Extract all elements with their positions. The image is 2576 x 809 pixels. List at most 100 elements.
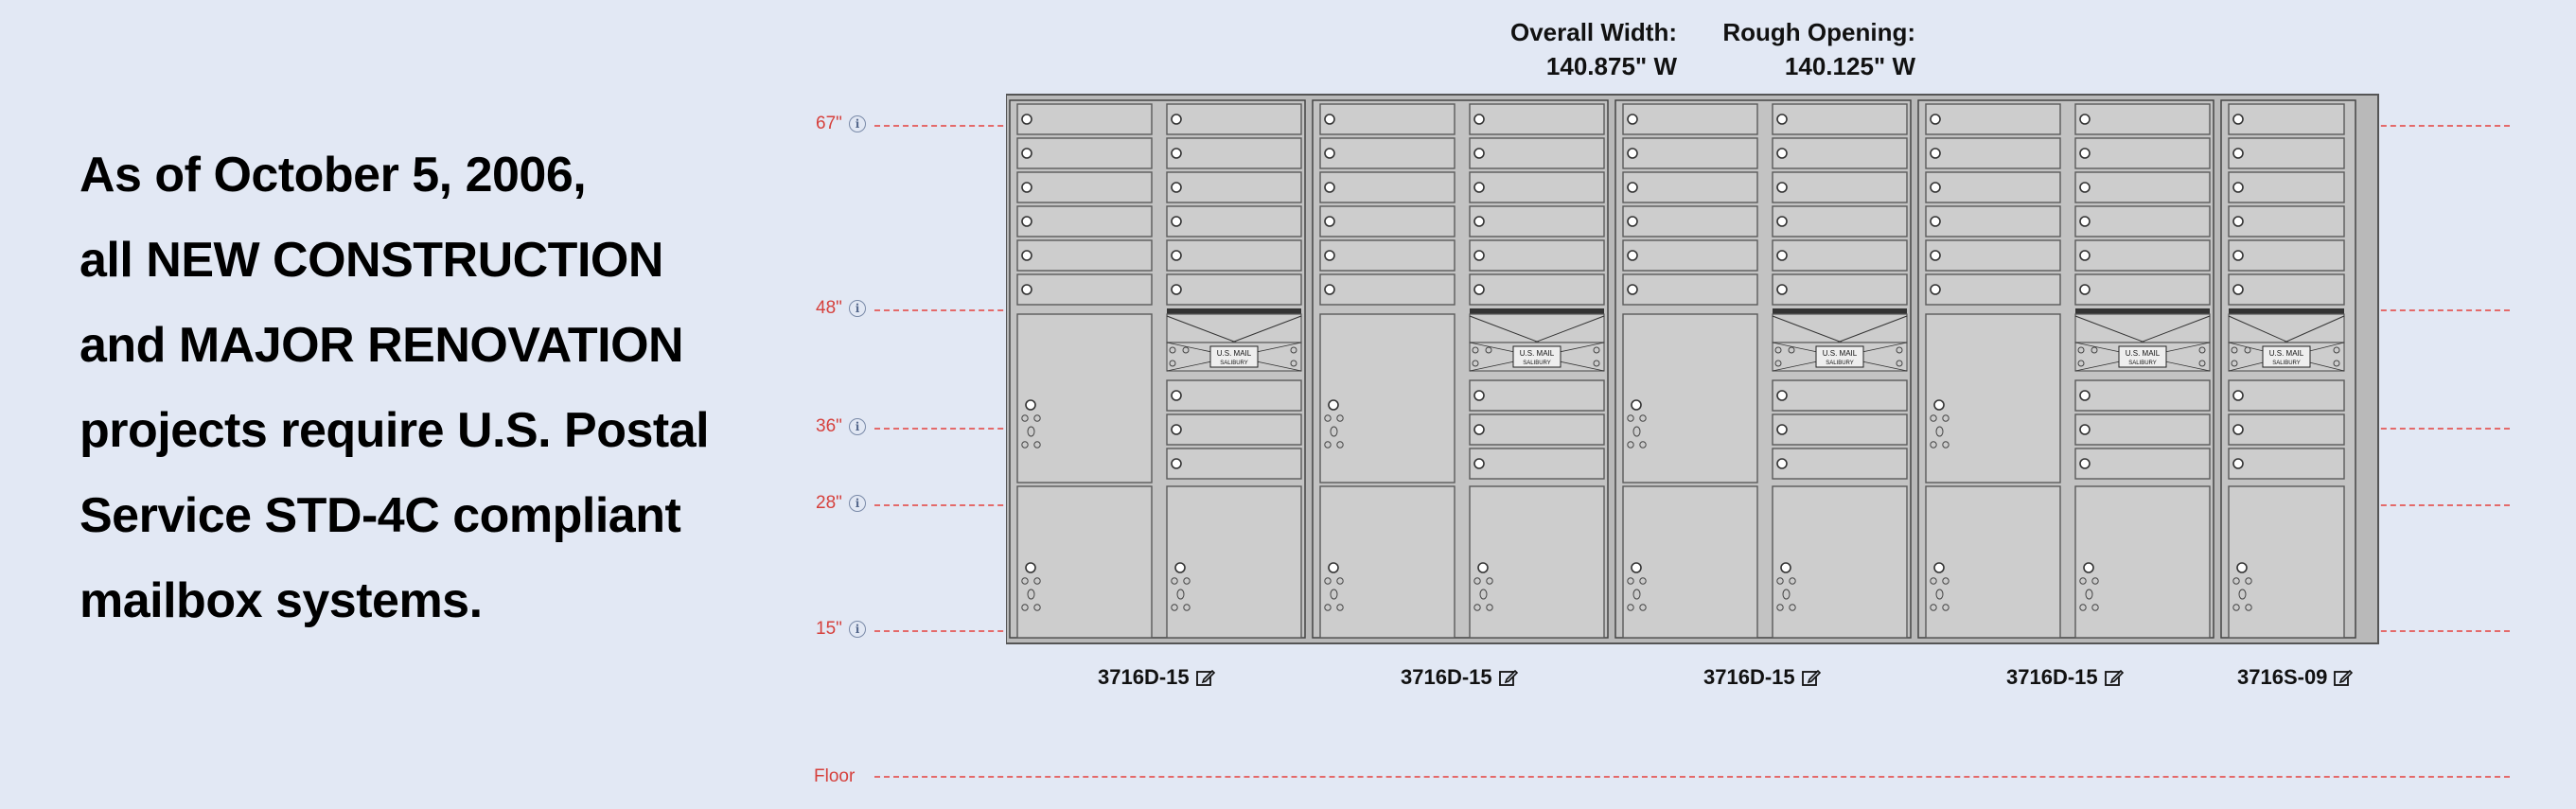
lock-icon: [1627, 182, 1638, 193]
lock-icon: [1328, 399, 1339, 411]
customer-door: [2074, 273, 2211, 306]
lock-icon: [1324, 114, 1335, 125]
unit-model-label[interactable]: 3716S-09: [2237, 665, 2354, 690]
mail-badge-subtext: SALIBURY: [1220, 361, 1248, 366]
lock-icon: [1473, 148, 1485, 159]
customer-door: [1166, 273, 1302, 306]
edit-icon[interactable]: [2104, 667, 2125, 688]
customer-door: [1469, 273, 1605, 306]
lock-icon: [1174, 562, 1186, 573]
customer-door: [1772, 137, 1908, 169]
customer-door: [1016, 171, 1153, 203]
customer-door: [2074, 413, 2211, 446]
lock-icon: [1171, 114, 1182, 125]
unit-model-label[interactable]: 3716D-15: [1098, 665, 1216, 690]
info-icon[interactable]: i: [849, 418, 866, 435]
mail-badge-text: U.S. MAIL: [1217, 349, 1252, 358]
floor-label: Floor: [814, 766, 856, 786]
customer-door: [1166, 171, 1302, 203]
lock-icon: [2079, 216, 2091, 227]
lock-icon: [1627, 148, 1638, 159]
lock-icon: [2083, 562, 2094, 573]
lock-icon: [1930, 250, 1941, 261]
edit-icon[interactable]: [1195, 667, 1216, 688]
mail-slot: [2229, 308, 2344, 314]
lock-icon: [1328, 562, 1339, 573]
unit-model-label[interactable]: 3716D-15: [1703, 665, 1822, 690]
unit-model-label[interactable]: 3716D-15: [2006, 665, 2125, 690]
customer-door: [2228, 413, 2345, 446]
edit-icon[interactable]: [1801, 667, 1822, 688]
customer-door: [1166, 205, 1302, 237]
customer-door: [1166, 103, 1302, 135]
customer-door: [1925, 205, 2061, 237]
customer-door: [2074, 205, 2211, 237]
outgoing-mail-panel: [2074, 313, 2211, 343]
customer-door: [1319, 137, 1456, 169]
customer-door: [1469, 239, 1605, 272]
mail-slot: [1167, 308, 1301, 314]
lock-icon: [1021, 250, 1032, 261]
parcel-locker: [2228, 485, 2345, 639]
mail-slot: [1773, 308, 1907, 314]
lock-icon: [1171, 250, 1182, 261]
info-icon[interactable]: i: [849, 621, 866, 638]
lock-icon: [2079, 114, 2091, 125]
lock-icon: [1776, 216, 1788, 227]
customer-door: [1016, 273, 1153, 306]
lock-icon: [1930, 148, 1941, 159]
customer-door: [2074, 137, 2211, 169]
customer-door: [1772, 448, 1908, 480]
rough-opening-label: Rough Opening:: [1722, 18, 1915, 46]
parcel-locker: [1622, 313, 1758, 484]
customer-door: [1772, 205, 1908, 237]
lock-icon: [1021, 284, 1032, 295]
lock-icon: [1627, 284, 1638, 295]
customer-door: [1319, 239, 1456, 272]
parcel-locker: [2074, 485, 2211, 639]
customer-door: [2228, 448, 2345, 480]
edit-icon[interactable]: [1498, 667, 1519, 688]
customer-door: [1016, 205, 1153, 237]
unit-model-text: 3716D-15: [1703, 665, 1795, 689]
customer-door: [1925, 137, 2061, 169]
info-icon[interactable]: i: [849, 115, 866, 132]
lock-icon: [1776, 424, 1788, 435]
mailbox-cabinet-drawing: U.S. MAIL SALIBURY U.S. MAIL SALIBURY U.S. M…: [1006, 94, 2379, 644]
lock-icon: [2232, 250, 2244, 261]
lock-icon: [1776, 148, 1788, 159]
headline-line: and MAJOR RENOVATION: [79, 318, 684, 373]
lock-icon: [2232, 182, 2244, 193]
unit-model-text: 3716D-15: [1098, 665, 1190, 689]
lock-icon: [1171, 182, 1182, 193]
lock-icon: [1631, 399, 1642, 411]
info-icon[interactable]: i: [849, 495, 866, 512]
lock-icon: [1627, 216, 1638, 227]
customer-door: [1319, 273, 1456, 306]
customer-door: [1772, 273, 1908, 306]
lock-icon: [1627, 250, 1638, 261]
lock-icon: [1776, 250, 1788, 261]
level-label: 67": [816, 114, 842, 133]
unit-model-label[interactable]: 3716D-15: [1401, 665, 1519, 690]
outgoing-mail-panel: [1469, 313, 1605, 343]
lock-icon: [1473, 284, 1485, 295]
lock-icon: [1776, 284, 1788, 295]
lock-icon: [1776, 182, 1788, 193]
parcel-locker: [1925, 485, 2061, 639]
customer-door: [1166, 413, 1302, 446]
lock-icon: [1473, 458, 1485, 469]
lock-icon: [1171, 458, 1182, 469]
edit-icon[interactable]: [2333, 667, 2354, 688]
info-icon[interactable]: i: [849, 300, 866, 317]
lock-icon: [2079, 458, 2091, 469]
level-label: 15": [816, 619, 842, 639]
customer-door: [2228, 171, 2345, 203]
mail-badge-subtext: SALIBURY: [2272, 361, 2301, 366]
customer-door: [1622, 273, 1758, 306]
lock-icon: [1171, 216, 1182, 227]
headline-line: mailbox systems.: [79, 573, 483, 628]
customer-door: [1469, 205, 1605, 237]
parcel-locker: [1166, 485, 1302, 639]
customer-door: [1925, 239, 2061, 272]
